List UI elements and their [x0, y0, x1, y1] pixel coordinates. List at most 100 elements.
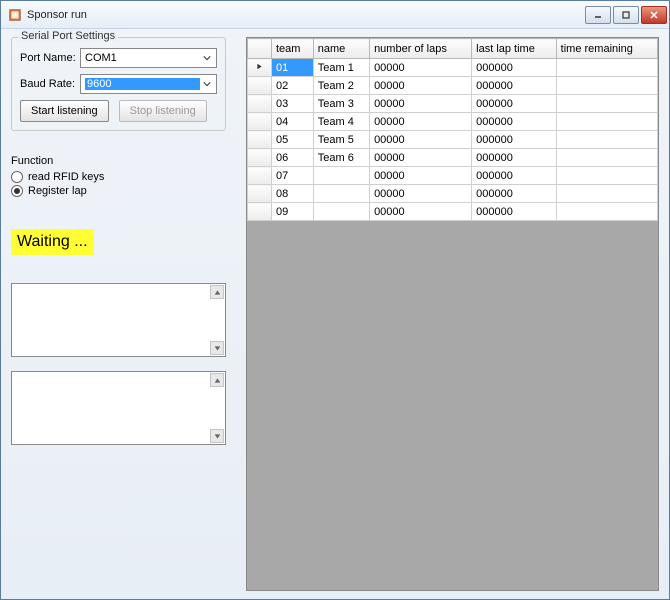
row-header[interactable]: [248, 185, 272, 203]
start-listening-button[interactable]: Start listening: [20, 100, 109, 122]
radio-label: read RFID keys: [28, 171, 104, 183]
radio-register-lap[interactable]: Register lap: [11, 185, 226, 197]
cell-team[interactable]: 09: [272, 203, 314, 221]
table-row[interactable]: 04Team 400000000000: [248, 113, 658, 131]
serial-port-group: Serial Port Settings Port Name: COM1 Bau…: [11, 37, 226, 131]
log-textbox-1[interactable]: [11, 283, 226, 357]
cell-team[interactable]: 06: [272, 149, 314, 167]
baud-rate-value: 9600: [85, 78, 200, 90]
teams-grid[interactable]: team name number of laps last lap time t…: [247, 38, 658, 221]
scroll-up-icon[interactable]: [210, 285, 224, 299]
cell-team[interactable]: 02: [272, 77, 314, 95]
table-row[interactable]: 06Team 600000000000: [248, 149, 658, 167]
scroll-up-icon[interactable]: [210, 373, 224, 387]
radio-icon: [11, 185, 23, 197]
table-row[interactable]: 08 00000000000: [248, 185, 658, 203]
row-header[interactable]: [248, 77, 272, 95]
cell-name[interactable]: Team 6: [313, 149, 369, 167]
cell-name[interactable]: Team 5: [313, 131, 369, 149]
cell-name[interactable]: [313, 185, 369, 203]
col-laps[interactable]: number of laps: [370, 39, 472, 59]
cell-name[interactable]: Team 4: [313, 113, 369, 131]
row-header[interactable]: [248, 203, 272, 221]
radio-label: Register lap: [28, 185, 87, 197]
cell-last[interactable]: 000000: [472, 59, 557, 77]
table-row[interactable]: 07 00000000000: [248, 167, 658, 185]
cell-last[interactable]: 000000: [472, 77, 557, 95]
chevron-down-icon: [200, 50, 214, 66]
cell-last[interactable]: 000000: [472, 149, 557, 167]
function-legend: Function: [11, 155, 226, 167]
col-last[interactable]: last lap time: [472, 39, 557, 59]
cell-remain[interactable]: [556, 113, 657, 131]
cell-remain[interactable]: [556, 77, 657, 95]
cell-remain[interactable]: [556, 185, 657, 203]
cell-team[interactable]: 01: [272, 59, 314, 77]
cell-name[interactable]: [313, 203, 369, 221]
cell-remain[interactable]: [556, 95, 657, 113]
row-header[interactable]: [248, 113, 272, 131]
row-header[interactable]: [248, 95, 272, 113]
cell-last[interactable]: 000000: [472, 185, 557, 203]
baud-rate-combo[interactable]: 9600: [80, 74, 217, 94]
cell-laps[interactable]: 00000: [370, 131, 472, 149]
cell-laps[interactable]: 00000: [370, 149, 472, 167]
maximize-button[interactable]: [613, 6, 639, 24]
app-icon: [7, 7, 23, 23]
col-team[interactable]: team: [272, 39, 314, 59]
cell-last[interactable]: 000000: [472, 167, 557, 185]
table-row[interactable]: 03Team 300000000000: [248, 95, 658, 113]
cell-last[interactable]: 000000: [472, 131, 557, 149]
status-label: Waiting ...: [11, 229, 94, 255]
cell-laps[interactable]: 00000: [370, 95, 472, 113]
radio-read-rfid[interactable]: read RFID keys: [11, 171, 226, 183]
cell-name[interactable]: Team 2: [313, 77, 369, 95]
cell-team[interactable]: 03: [272, 95, 314, 113]
scroll-down-icon[interactable]: [210, 341, 224, 355]
row-header[interactable]: [248, 59, 272, 77]
cell-remain[interactable]: [556, 203, 657, 221]
row-header[interactable]: [248, 131, 272, 149]
table-row[interactable]: 09 00000000000: [248, 203, 658, 221]
app-window: Sponsor run Serial Port Settings Port Na…: [0, 0, 670, 600]
table-row[interactable]: 05Team 500000000000: [248, 131, 658, 149]
cell-laps[interactable]: 00000: [370, 185, 472, 203]
cell-team[interactable]: 07: [272, 167, 314, 185]
port-name-combo[interactable]: COM1: [80, 48, 217, 68]
col-remain[interactable]: time remaining: [556, 39, 657, 59]
cell-team[interactable]: 05: [272, 131, 314, 149]
table-row[interactable]: 02Team 200000000000: [248, 77, 658, 95]
grid-corner[interactable]: [248, 39, 272, 59]
titlebar[interactable]: Sponsor run: [1, 1, 669, 29]
scroll-down-icon[interactable]: [210, 429, 224, 443]
cell-name[interactable]: [313, 167, 369, 185]
close-button[interactable]: [641, 6, 667, 24]
stop-listening-button: Stop listening: [119, 100, 207, 122]
row-header[interactable]: [248, 149, 272, 167]
cell-laps[interactable]: 00000: [370, 59, 472, 77]
cell-remain[interactable]: [556, 131, 657, 149]
cell-team[interactable]: 08: [272, 185, 314, 203]
row-header[interactable]: [248, 167, 272, 185]
cell-laps[interactable]: 00000: [370, 77, 472, 95]
log-textbox-2[interactable]: [11, 371, 226, 445]
cell-name[interactable]: Team 3: [313, 95, 369, 113]
cell-laps[interactable]: 00000: [370, 203, 472, 221]
minimize-button[interactable]: [585, 6, 611, 24]
cell-last[interactable]: 000000: [472, 95, 557, 113]
port-name-value: COM1: [85, 52, 200, 64]
chevron-down-icon: [200, 76, 214, 92]
table-row[interactable]: 01Team 100000000000: [248, 59, 658, 77]
cell-laps[interactable]: 00000: [370, 167, 472, 185]
cell-name[interactable]: Team 1: [313, 59, 369, 77]
cell-remain[interactable]: [556, 167, 657, 185]
cell-last[interactable]: 000000: [472, 113, 557, 131]
cell-laps[interactable]: 00000: [370, 113, 472, 131]
port-name-label: Port Name:: [20, 52, 80, 64]
cell-team[interactable]: 04: [272, 113, 314, 131]
col-name[interactable]: name: [313, 39, 369, 59]
serial-legend: Serial Port Settings: [18, 30, 118, 42]
cell-remain[interactable]: [556, 149, 657, 167]
cell-remain[interactable]: [556, 59, 657, 77]
cell-last[interactable]: 000000: [472, 203, 557, 221]
